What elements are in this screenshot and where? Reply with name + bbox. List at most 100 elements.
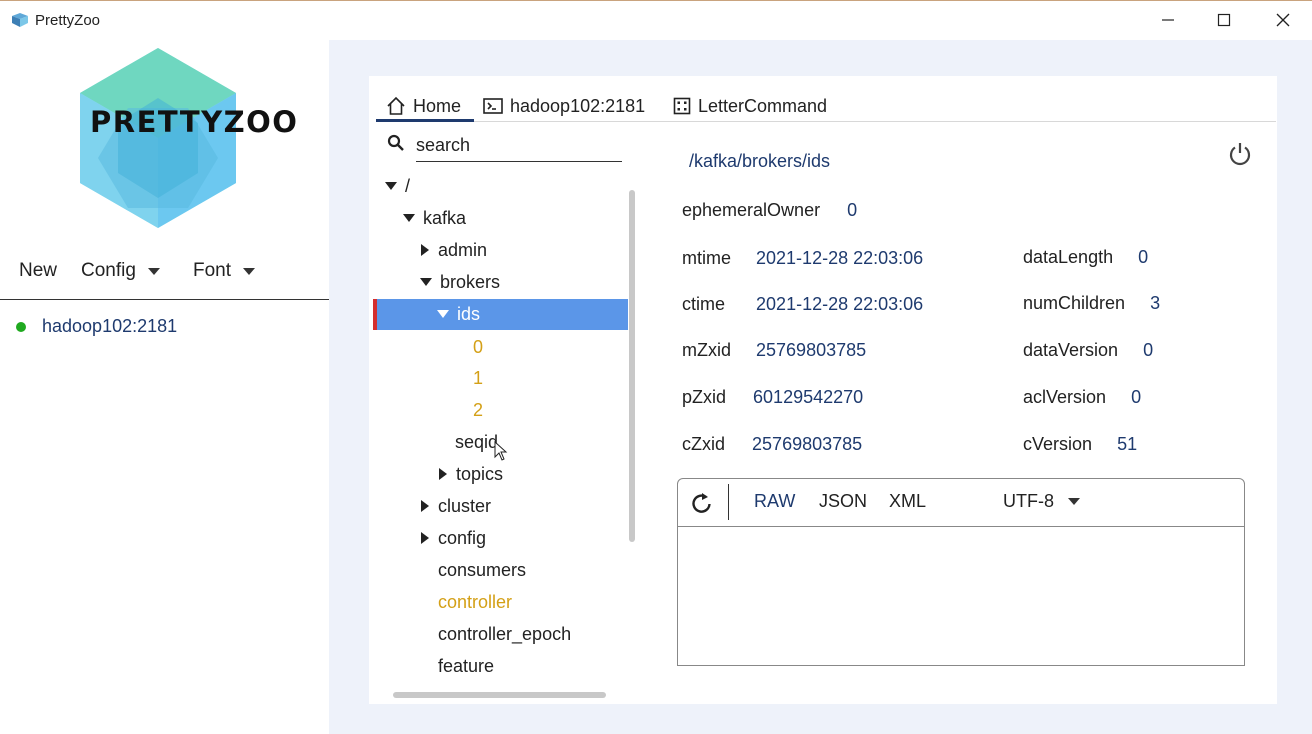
tree-node-controller-epoch[interactable]: controller_epoch	[438, 619, 571, 649]
menu-divider	[0, 299, 329, 300]
tree-node-label: brokers	[440, 271, 501, 292]
prop-name: cZxid	[682, 434, 726, 454]
tree-node-id-0[interactable]: 0	[473, 332, 483, 362]
prop-value: 2021-12-28 22:03:06	[756, 294, 924, 314]
tree-node-brokers[interactable]: brokers	[420, 267, 500, 297]
minimize-button[interactable]	[1145, 3, 1191, 37]
command-icon	[673, 97, 691, 115]
tree-node-label: seqid	[455, 431, 499, 452]
prop-name: mtime	[682, 248, 731, 268]
tree-node-id-1[interactable]: 1	[473, 363, 483, 393]
connection-status-icon	[16, 321, 26, 332]
tree-node-ids[interactable]: ids	[437, 299, 480, 329]
tree-node-label: ids	[457, 303, 481, 324]
format-xml-button[interactable]: XML	[889, 491, 926, 512]
prop-value: 0	[847, 200, 858, 220]
tab-hadoop102[interactable]: hadoop102:2181	[483, 92, 645, 120]
new-menu-label: New	[19, 260, 58, 281]
server-label: hadoop102:2181	[42, 316, 178, 336]
chevron-down-icon	[1068, 498, 1080, 505]
tree-node-id-2[interactable]: 2	[473, 395, 483, 425]
tree-selection-highlight	[373, 299, 628, 330]
config-menu[interactable]: Config	[81, 260, 160, 282]
tree-node-label: admin	[438, 239, 488, 260]
mouse-cursor-icon	[494, 441, 508, 461]
expand-down-icon[interactable]	[437, 310, 449, 318]
refresh-icon[interactable]	[691, 491, 713, 515]
encoding-value: UTF-8	[1003, 491, 1054, 511]
prop-mzxid: mZxid 25769803785	[682, 340, 866, 361]
prop-name: ctime	[682, 294, 726, 314]
prettyzoo-app-icon	[12, 13, 28, 27]
prop-pzxid: pZxid 60129542270	[682, 387, 863, 408]
logo-text: PRETTYZOO	[90, 105, 299, 139]
tree-node-consumers[interactable]: consumers	[438, 555, 526, 585]
tab-home-label: Home	[413, 95, 462, 116]
tree-node-label: /	[405, 175, 411, 196]
format-json-button[interactable]: JSON	[819, 491, 867, 512]
title-bar: PrettyZoo	[0, 0, 1312, 40]
prop-value: 3	[1150, 293, 1161, 313]
tree-node-cluster[interactable]: cluster	[421, 491, 491, 521]
tree-node-root[interactable]: /	[385, 171, 410, 201]
prop-value: 0	[1131, 387, 1142, 407]
prop-name: pZxid	[682, 387, 727, 407]
prop-name: mZxid	[682, 340, 731, 360]
tree-node-kafka[interactable]: kafka	[403, 203, 466, 233]
tree-node-seqid[interactable]: seqid	[455, 427, 498, 457]
tab-lettercommand-label: LetterCommand	[698, 95, 828, 116]
tree-node-label: config	[438, 527, 487, 548]
maximize-button[interactable]	[1201, 3, 1247, 37]
chevron-down-icon	[147, 267, 160, 275]
tab-home[interactable]: Home	[386, 92, 461, 120]
prop-czxid: cZxid 25769803785	[682, 434, 862, 455]
editor-text-area[interactable]	[678, 528, 1244, 665]
active-tab-indicator	[376, 119, 474, 122]
prop-value: 0	[1138, 247, 1149, 267]
prop-value: 2021-12-28 22:03:06	[756, 248, 924, 268]
encoding-select[interactable]: UTF-8	[1003, 491, 1080, 512]
tree-node-label: kafka	[423, 207, 467, 228]
search-input[interactable]	[416, 130, 622, 162]
font-menu-label: Font	[193, 260, 232, 281]
server-item-hadoop102[interactable]: hadoop102:2181	[16, 316, 177, 337]
tree-node-admin[interactable]: admin	[421, 235, 487, 265]
tree-node-config[interactable]: config	[421, 523, 486, 553]
tree-node-feature[interactable]: feature	[438, 651, 494, 681]
new-menu[interactable]: New	[19, 260, 57, 282]
expand-down-icon[interactable]	[385, 182, 397, 190]
expand-right-icon[interactable]	[421, 500, 429, 512]
prop-ephemeral-owner: ephemeralOwner 0	[682, 200, 857, 221]
tab-hadoop102-label: hadoop102:2181	[510, 95, 646, 116]
prop-name: aclVersion	[1023, 387, 1107, 407]
tree-node-controller[interactable]: controller	[438, 587, 512, 617]
config-menu-label: Config	[81, 260, 136, 281]
prop-value: 25769803785	[756, 340, 867, 360]
format-raw-button[interactable]: RAW	[754, 491, 795, 512]
expand-right-icon[interactable]	[439, 468, 447, 480]
prop-value: 25769803785	[752, 434, 863, 454]
tabs-divider	[376, 121, 1276, 122]
tab-lettercommand[interactable]: LetterCommand	[673, 92, 827, 120]
tree-node-label: 2	[473, 399, 484, 420]
tree-horizontal-scrollbar[interactable]	[393, 692, 606, 698]
tree-node-topics[interactable]: topics	[439, 459, 503, 489]
tree-node-label: controller_epoch	[438, 623, 572, 644]
tree-vertical-scrollbar[interactable]	[629, 190, 635, 542]
expand-right-icon[interactable]	[421, 244, 429, 256]
window-title: PrettyZoo	[35, 12, 101, 29]
prop-name: dataVersion	[1023, 340, 1119, 360]
expand-down-icon[interactable]	[420, 278, 432, 286]
close-icon	[1276, 13, 1290, 27]
prop-mtime: mtime 2021-12-28 22:03:06	[682, 248, 923, 269]
prop-c-version: cVersion 51	[1023, 434, 1137, 455]
tree-node-label: topics	[456, 463, 504, 484]
prop-data-length: dataLength 0	[1023, 247, 1148, 268]
close-button[interactable]	[1260, 3, 1306, 37]
prop-num-children: numChildren 3	[1023, 293, 1160, 314]
prop-name: cVersion	[1023, 434, 1093, 454]
expand-right-icon[interactable]	[421, 532, 429, 544]
font-menu[interactable]: Font	[193, 260, 256, 282]
power-icon[interactable]	[1227, 141, 1253, 167]
expand-down-icon[interactable]	[403, 214, 415, 222]
